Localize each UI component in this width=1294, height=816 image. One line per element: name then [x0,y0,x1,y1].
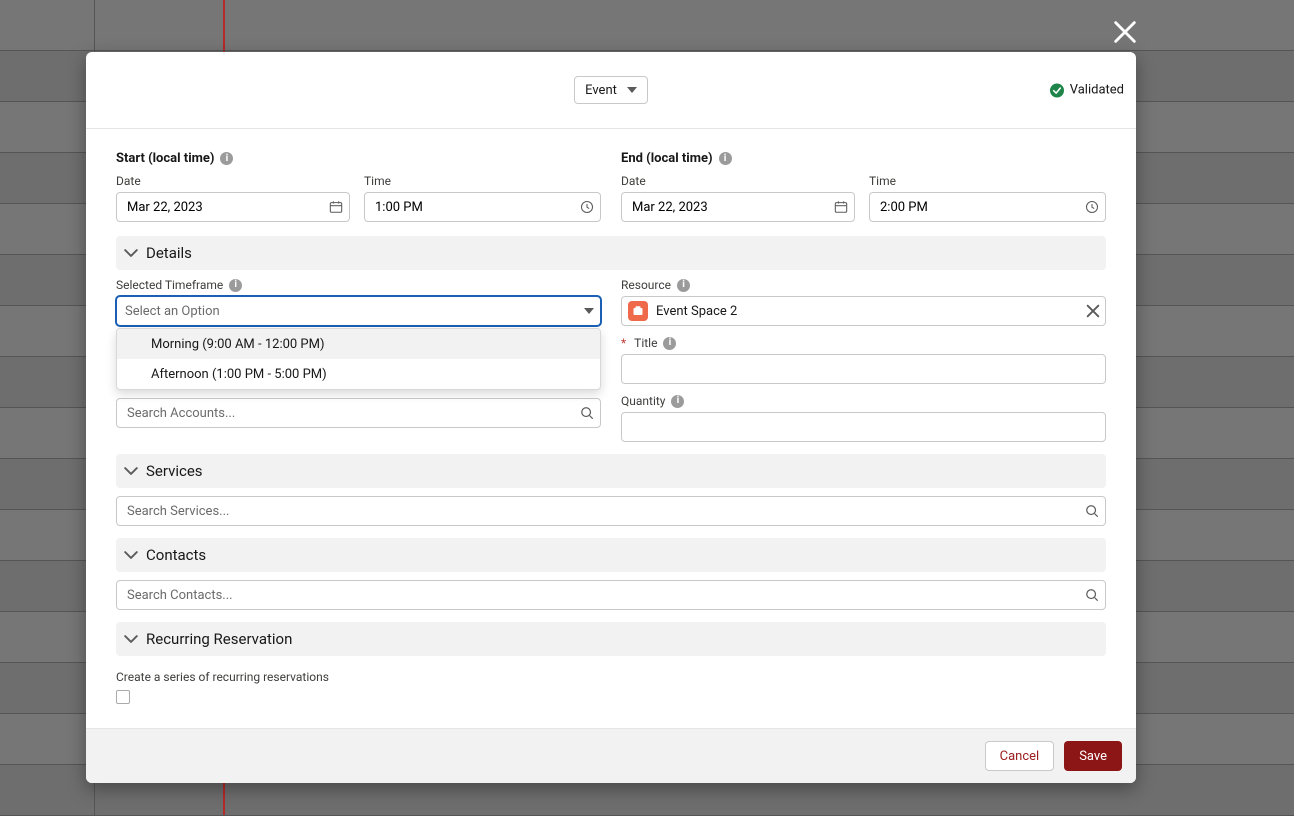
section-toggle-services[interactable]: Services [116,454,1106,488]
quantity-input[interactable] [621,412,1106,442]
info-icon[interactable]: i [677,279,690,292]
search-icon [1085,588,1099,602]
services-search[interactable] [116,496,1106,526]
section-title-services: Services [146,462,203,480]
timeframe-select[interactable]: Select an Option [116,296,601,326]
calendar-icon [329,200,343,214]
info-icon[interactable]: i [719,152,732,165]
chevron-down-icon [124,548,138,562]
search-icon [1085,504,1099,518]
recurring-note: Create a series of recurring reservation… [116,670,1106,684]
start-time-input[interactable] [364,192,601,222]
section-toggle-details[interactable]: Details [116,236,1106,270]
record-type-select[interactable]: Event [574,76,648,104]
start-block: Start (local time) i Date T [116,151,601,236]
recurring-checkbox[interactable] [116,690,130,704]
chevron-down-icon [124,632,138,646]
section-title-details: Details [146,244,192,262]
end-section-label: End (local time) [621,151,713,166]
resource-value: Event Space 2 [656,304,737,319]
resource-input[interactable]: Event Space 2 [621,296,1106,326]
section-title-recurring: Recurring Reservation [146,630,292,648]
start-section-label: Start (local time) [116,151,214,166]
validated-label: Validated [1070,83,1124,98]
start-date-label: Date [116,174,350,188]
end-time-input[interactable] [869,192,1106,222]
modal-body: Start (local time) i Date T [86,129,1136,728]
search-icon [580,406,594,420]
modal-header: Event Validated [86,52,1136,129]
chevron-down-icon [124,246,138,260]
timeframe-dropdown: Morning (9:00 AM - 12:00 PM) Afternoon (… [116,328,601,390]
end-block: End (local time) i Date Tim [621,151,1106,236]
info-icon[interactable]: i [229,279,242,292]
clock-icon [1085,200,1099,214]
section-toggle-contacts[interactable]: Contacts [116,538,1106,572]
modal-footer: Cancel Save [86,728,1136,783]
clock-icon [580,200,594,214]
save-button[interactable]: Save [1064,741,1122,771]
info-icon[interactable]: i [663,337,676,350]
chevron-down-icon [584,308,594,314]
close-icon[interactable] [1111,18,1139,46]
info-icon[interactable]: i [220,152,233,165]
check-circle-icon [1050,83,1064,97]
start-time-label: Time [364,174,601,188]
timeframe-option[interactable]: Morning (9:00 AM - 12:00 PM) [117,329,600,359]
validated-status: Validated [1050,83,1124,98]
record-type-label: Event [585,83,617,98]
reservation-modal: Event Validated Start (local time) i [86,52,1136,783]
resource-icon [628,301,648,321]
timeframe-option[interactable]: Afternoon (1:00 PM - 5:00 PM) [117,359,600,389]
info-icon[interactable]: i [671,395,684,408]
title-input[interactable] [621,354,1106,384]
contacts-search[interactable] [116,580,1106,610]
timeframe-placeholder: Select an Option [125,304,592,319]
end-date-input[interactable] [621,192,855,222]
end-time-label: Time [869,174,1106,188]
chevron-down-icon [627,87,637,93]
resource-pill: Event Space 2 [626,301,739,321]
chevron-down-icon [124,464,138,478]
cancel-button[interactable]: Cancel [985,741,1055,771]
start-date-input[interactable] [116,192,350,222]
section-toggle-recurring[interactable]: Recurring Reservation [116,622,1106,656]
calendar-icon [834,200,848,214]
close-icon[interactable] [1085,303,1101,319]
title-label: Title [634,336,657,350]
timeframe-label: Selected Timeframe [116,278,223,292]
end-date-label: Date [621,174,855,188]
section-title-contacts: Contacts [146,546,206,564]
accounts-search[interactable] [116,398,601,428]
quantity-label: Quantity [621,394,665,408]
resource-label: Resource [621,278,671,292]
